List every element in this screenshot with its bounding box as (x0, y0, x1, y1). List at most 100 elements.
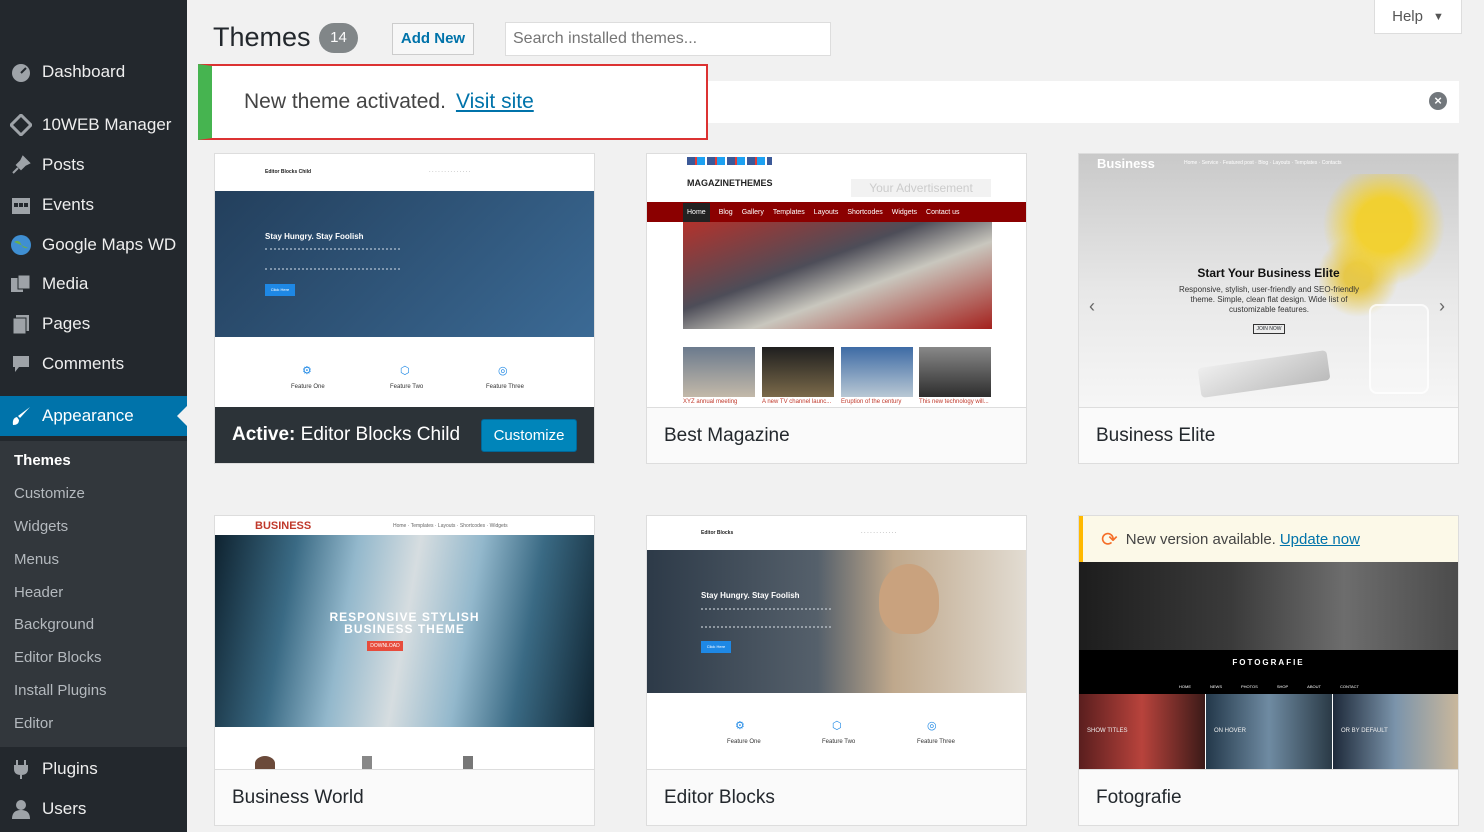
preview-button: Click Here (265, 284, 295, 296)
help-tab-button[interactable]: Help ▼ (1374, 0, 1462, 34)
person-image (879, 564, 939, 634)
thumb-image (762, 347, 834, 397)
theme-card-business-elite[interactable]: Business Home · Service · Featured post … (1078, 153, 1459, 464)
caption: A new TV channel launc... (762, 399, 832, 405)
preview-hero-2: BUSINESS THEME (344, 622, 465, 636)
theme-name: Fotografie (1079, 769, 1458, 825)
preview-nav: · · · · · · · · · · · · · · (429, 169, 471, 175)
feature-label: Feature Three (917, 739, 955, 745)
customize-button[interactable]: Customize (481, 419, 577, 452)
theme-screenshot: Editor Blocks · · · · · · · · · · · · St… (647, 516, 1026, 769)
admin-sidebar: Dashboard 10WEB Manager Posts Events Goo… (0, 0, 187, 832)
menu-pages[interactable]: Pages (0, 305, 187, 343)
menu-label: Plugins (42, 759, 98, 778)
menu-label: Pages (42, 314, 91, 333)
caption: ON HOVER (1214, 728, 1247, 734)
menu-label: Posts (42, 155, 85, 174)
theme-count-badge: 14 (319, 23, 358, 53)
theme-card-editor-blocks[interactable]: Editor Blocks · · · · · · · · · · · · St… (646, 515, 1027, 826)
dismiss-notice-icon[interactable]: × (1429, 92, 1447, 110)
support-icon: ◎ (498, 365, 508, 377)
theme-card-editor-blocks-child[interactable]: Editor Blocks Child · · · · · · · · · · … (214, 153, 595, 464)
caret-down-icon: ▼ (1432, 10, 1444, 23)
social-icons (687, 157, 772, 165)
vase-image (1369, 304, 1429, 394)
caption: SHOW TITLES (1087, 728, 1128, 734)
menu-media[interactable]: Media (0, 265, 187, 303)
menu-events[interactable]: Events (0, 186, 187, 224)
preview-ad: Your Advertisement (851, 179, 991, 197)
preview-button: JOIN NOW (1253, 324, 1285, 334)
chevron-right-icon: › (1439, 296, 1445, 316)
add-new-button[interactable]: Add New (392, 23, 474, 55)
submenu-customize[interactable]: Customize (14, 485, 85, 502)
thumb-image (919, 347, 991, 397)
submenu-background[interactable]: Background (14, 616, 94, 633)
theme-screenshot: ⟳ New version available. Update now FOTO… (1079, 516, 1458, 769)
submenu-install-plugins[interactable]: Install Plugins (14, 682, 107, 699)
theme-card-fotografie[interactable]: ⟳ New version available. Update now FOTO… (1078, 515, 1459, 826)
preview-hero: Stay Hungry. Stay Foolish (701, 591, 800, 600)
theme-card-business-world[interactable]: BUSINESS Home · Templates · Layouts · Sh… (214, 515, 595, 826)
pin-icon (10, 154, 32, 176)
menu-dashboard[interactable]: Dashboard (0, 53, 187, 91)
cube-icon: ⬡ (832, 720, 842, 732)
gear-icon: ⚙ (735, 720, 745, 732)
calendar-icon (10, 194, 32, 216)
preview-brand: Editor Blocks (701, 530, 734, 536)
user-icon (10, 798, 32, 820)
theme-screenshot: MAGAZINETHEMES Your Advertisement Home Bl… (647, 154, 1026, 407)
menu-plugins[interactable]: Plugins (0, 750, 187, 788)
feature-label: Feature Two (390, 384, 424, 390)
brush-icon (10, 405, 32, 427)
preview-brand: Editor Blocks Child (265, 169, 312, 175)
visit-site-link[interactable]: Visit site (456, 90, 534, 114)
caption: This new technology will... (919, 399, 989, 405)
page-title: Themes (213, 22, 311, 52)
theme-activated-notice: New theme activated. Visit site (198, 64, 708, 140)
thumb-image (683, 347, 755, 397)
caption: OR BY DEFAULT (1341, 728, 1388, 734)
menu-label: Google Maps WD (42, 235, 177, 254)
theme-screenshot: Editor Blocks Child · · · · · · · · · · … (215, 154, 594, 407)
preview-brand: BUSINESS (255, 520, 312, 532)
submenu-themes[interactable]: Themes (14, 452, 71, 469)
feature-label: Feature Three (486, 384, 524, 390)
preview-nav: Home · Templates · Layouts · Shortcodes … (393, 523, 508, 529)
phone-image (1197, 350, 1331, 398)
thumb-image (841, 347, 913, 397)
submenu-editor-blocks[interactable]: Editor Blocks (14, 649, 102, 666)
comment-icon (10, 353, 32, 375)
menu-posts[interactable]: Posts (0, 146, 187, 184)
update-notice: ⟳ New version available. Update now (1079, 516, 1458, 562)
preview-button: Click Here (701, 641, 731, 653)
menu-appearance[interactable]: Appearance (0, 396, 187, 436)
preview-hero: Stay Hungry. Stay Foolish (265, 232, 364, 241)
search-themes-input[interactable] (505, 22, 831, 56)
menu-label: Appearance (42, 406, 134, 425)
submenu-menus[interactable]: Menus (14, 551, 59, 568)
menu-10web-manager[interactable]: 10WEB Manager (0, 106, 187, 144)
menu-google-maps[interactable]: Google Maps WD (0, 226, 187, 264)
submenu-editor[interactable]: Editor (14, 715, 53, 732)
diamond-icon (10, 114, 32, 136)
theme-name-bar: Active: Editor Blocks Child Customize (215, 407, 594, 463)
menu-users[interactable]: Users (0, 790, 187, 828)
football-photo (683, 222, 992, 329)
submenu-widgets[interactable]: Widgets (14, 518, 68, 535)
update-now-link[interactable]: Update now (1280, 531, 1360, 548)
preview-brand: Business (1097, 156, 1155, 171)
globe-icon (10, 234, 32, 256)
theme-screenshot: BUSINESS Home · Templates · Layouts · Sh… (215, 516, 594, 769)
theme-card-best-magazine[interactable]: MAGAZINETHEMES Your Advertisement Home Bl… (646, 153, 1027, 464)
theme-name: Business World (215, 769, 594, 825)
menu-comments[interactable]: Comments (0, 345, 187, 383)
menu-label: Comments (42, 354, 125, 373)
preview-nav: Home · Service · Featured post · Blog · … (1184, 160, 1342, 166)
submenu-header[interactable]: Header (14, 584, 63, 601)
update-text: New version available. (1125, 530, 1276, 548)
gear-icon: ⚙ (302, 365, 312, 377)
theme-name: Best Magazine (647, 407, 1026, 463)
preview-button: DOWNLOAD (367, 641, 403, 651)
train-photo (1079, 562, 1458, 650)
